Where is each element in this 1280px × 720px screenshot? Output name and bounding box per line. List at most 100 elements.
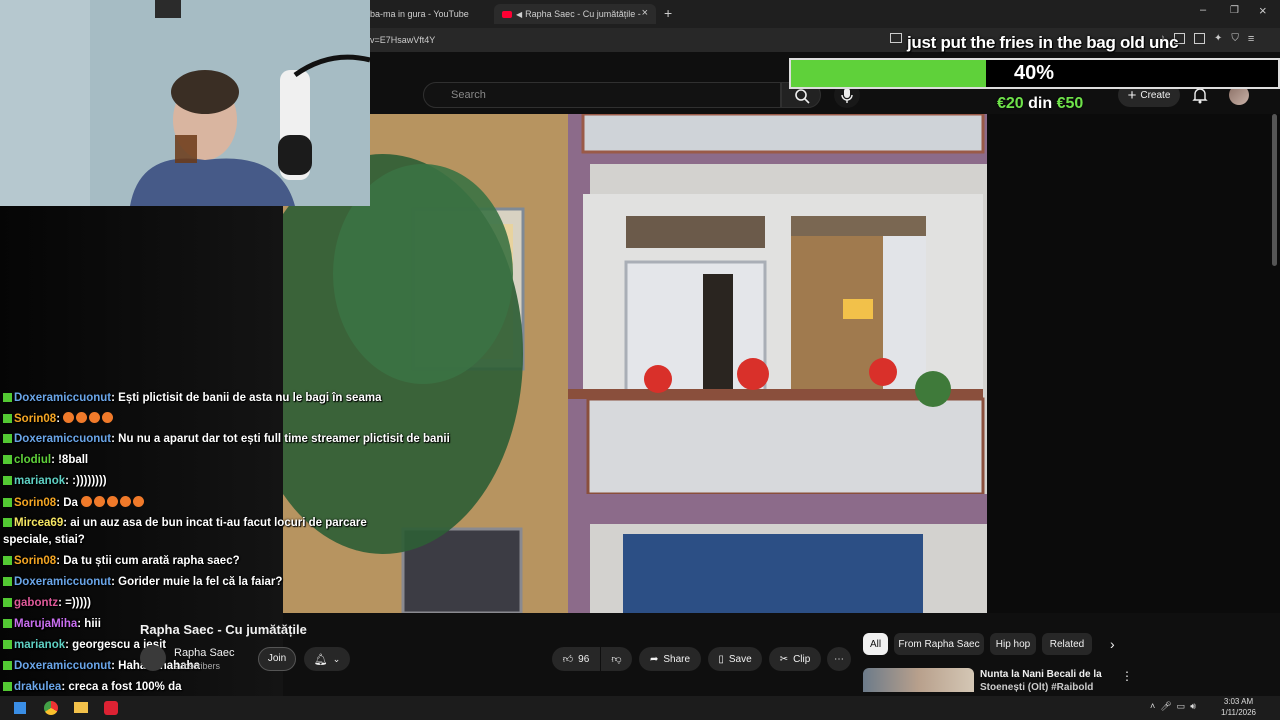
chat-username[interactable]: marianok	[14, 475, 65, 487]
chat-text: : ai un auz asa de bun incat ti-au facut…	[63, 517, 367, 529]
kick-badge-icon	[3, 414, 12, 423]
chat-message: speciale, stiai?	[3, 534, 85, 546]
laugh-emote-icon	[120, 496, 132, 507]
chat-username[interactable]: Doxeramiccuonut	[14, 392, 111, 404]
laugh-emote-icon	[76, 412, 88, 423]
close-tab-icon[interactable]: ×	[642, 7, 648, 19]
chat-text: : :))))))))	[65, 475, 107, 487]
chat-username[interactable]: marianok	[14, 639, 65, 651]
windows-start-icon[interactable]	[14, 702, 26, 714]
clock-time: 3:03 AM	[1223, 697, 1254, 706]
system-tray-icons[interactable]: ˄ 🎤︎ ▭ 🔊︎	[1150, 701, 1196, 712]
recommended-thumbnail[interactable]	[863, 668, 974, 692]
clip-button[interactable]: ✂ Clip	[769, 647, 821, 671]
menu-icon[interactable]: ≡	[1248, 33, 1254, 45]
clip-label: Clip	[793, 653, 811, 665]
webcam-image	[0, 0, 370, 206]
laugh-emote-icon	[63, 412, 75, 423]
goal-text: just put the fries in the bag old unc	[907, 33, 1179, 52]
laugh-emote-icon	[94, 496, 106, 507]
channel-avatar[interactable]	[140, 645, 166, 671]
minimize-button[interactable]: –	[1200, 4, 1206, 16]
chevron-right-icon[interactable]: ›	[1110, 636, 1115, 652]
goal-amount-current: €20	[997, 95, 1024, 112]
kick-badge-icon	[3, 640, 12, 649]
search-input[interactable]: Search	[423, 82, 781, 108]
chat-username[interactable]: Sorin08	[14, 497, 56, 509]
kick-badge-icon	[3, 556, 12, 565]
new-tab-button[interactable]: +	[664, 5, 672, 21]
tab-label: ba-ma in gura - YouTube	[370, 9, 469, 19]
share-button[interactable]: ➦ Share	[639, 647, 701, 671]
restore-button[interactable]: ❐	[1230, 5, 1239, 16]
chat-text: : Gorider muie la fel că la faiar?	[111, 576, 283, 588]
chat-username[interactable]: MarujaMiha	[14, 618, 77, 630]
tab-rapha-saec-active[interactable]: ◀ Rapha Saec - Cu jumătățile - ×	[494, 4, 656, 24]
chat-username[interactable]: clodiul	[14, 454, 51, 466]
chat-text: : creca a fost 100% da	[61, 681, 182, 693]
chat-username[interactable]: Sorin08	[14, 555, 56, 567]
recommended-more-icon[interactable]: ⋮	[1121, 669, 1133, 683]
like-button[interactable]: 👍︎ 96	[552, 647, 600, 671]
close-window-button[interactable]: ×	[1259, 3, 1267, 18]
chat-username[interactable]: drakulea	[14, 681, 61, 693]
chat-username[interactable]: Doxeramiccuonut	[14, 433, 111, 445]
join-button[interactable]: Join	[258, 647, 296, 671]
recommended-title-line1[interactable]: Nunta la Nani Becali de la	[980, 669, 1102, 680]
save-button[interactable]: ▯ Save	[708, 647, 762, 671]
video-player[interactable]	[283, 114, 987, 613]
chat-message: Doxeramiccuonut: Ești plictisit de banii…	[3, 392, 381, 404]
chat-username[interactable]: gabontz	[14, 597, 58, 609]
chip-from-channel[interactable]: From Rapha Saec	[894, 633, 984, 655]
taskbar-clock[interactable]: 3:03 AM 1/11/2026	[1221, 696, 1256, 718]
laugh-emote-icon	[133, 496, 145, 507]
subscribed-button[interactable]: 🔔︎ ⌄	[304, 647, 350, 671]
collections-icon[interactable]	[1194, 33, 1205, 44]
recommended-title-line2[interactable]: Stoenești (Olt) #Raibold	[980, 682, 1093, 693]
chat-message: gabontz: =)))))	[3, 597, 91, 609]
chat-text: : Da	[56, 497, 82, 509]
chip-related[interactable]: Related	[1042, 633, 1092, 655]
windows-taskbar: ˄ 🎤︎ ▭ 🔊︎	[0, 696, 1280, 720]
chat-message: drakulea: creca a fost 100% da	[3, 681, 181, 693]
kick-badge-icon	[3, 455, 12, 464]
shield-icon[interactable]: ⛉	[1231, 33, 1239, 45]
chip-hip-hop[interactable]: Hip hop	[990, 633, 1036, 655]
share-icon: ➦	[649, 653, 659, 665]
speaker-icon: ◀	[516, 9, 523, 19]
bookmark-icon: ▯	[718, 653, 724, 665]
chip-all[interactable]: All	[863, 633, 888, 655]
url-text[interactable]: v=E7HsawVft4Y	[370, 35, 435, 45]
tab-youtube-previous[interactable]: ba-ma in gura - YouTube	[370, 4, 488, 24]
share-label: Share	[663, 653, 691, 665]
chat-username[interactable]: Doxeramiccuonut	[14, 576, 111, 588]
video-title: Rapha Saec - Cu jumătățile	[140, 622, 307, 637]
kick-badge-icon	[3, 498, 12, 507]
kick-badge-icon	[3, 619, 12, 628]
create-label: Create	[1140, 89, 1171, 101]
file-explorer-icon[interactable]	[74, 702, 88, 713]
page-scrollbar[interactable]	[1272, 114, 1277, 266]
app-icon[interactable]	[104, 701, 118, 715]
subscriber-count: subscribers	[174, 661, 221, 671]
scissors-icon: ✂	[779, 653, 789, 665]
channel-name[interactable]: Rapha Saec	[174, 647, 235, 659]
cast-icon[interactable]	[890, 33, 902, 43]
chat-username[interactable]: Doxeramiccuonut	[14, 660, 111, 672]
sparkle-icon[interactable]: ✦	[1214, 33, 1222, 45]
chat-username[interactable]: Sorin08	[14, 413, 56, 425]
chevron-down-icon: ⌄	[332, 653, 341, 664]
goal-progress-fill	[791, 60, 986, 87]
more-actions-button[interactable]: ⋯	[827, 647, 851, 671]
like-count: 96	[578, 653, 590, 665]
chrome-icon[interactable]	[44, 701, 58, 715]
chat-message: clodiul: !8ball	[3, 454, 88, 466]
chat-text: :	[56, 413, 64, 425]
dislike-button[interactable]: 👎︎	[601, 647, 632, 671]
kick-badge-icon	[3, 682, 12, 691]
chat-message: Sorin08: Da tu știi cum arată rapha saec…	[3, 555, 240, 567]
chat-message: Doxeramiccuonut: Nu nu a aparut dar tot …	[3, 433, 450, 445]
kick-badge-icon	[3, 476, 12, 485]
laugh-emote-icon	[81, 496, 93, 507]
chat-username[interactable]: Mircea69	[14, 517, 63, 529]
